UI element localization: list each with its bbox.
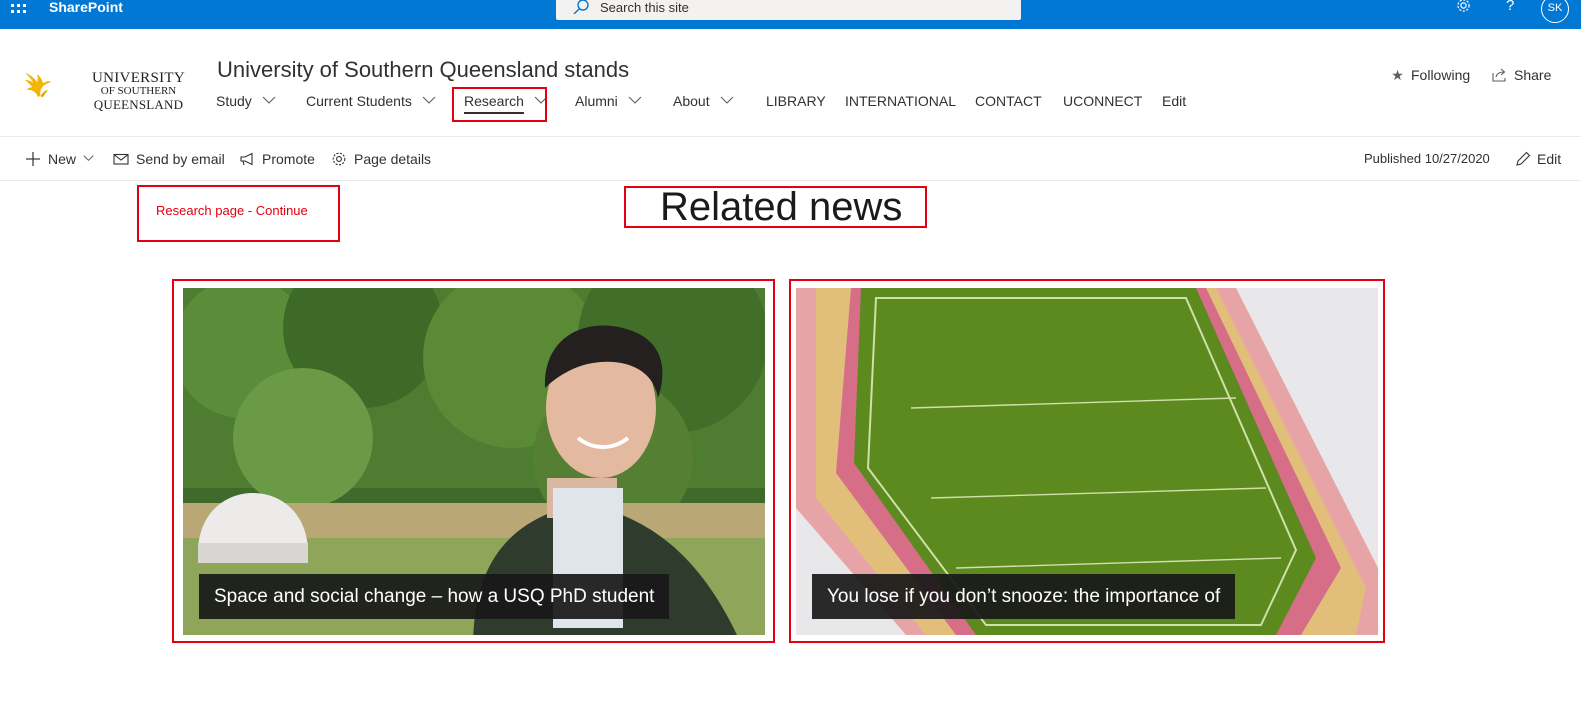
edit-page-button[interactable]: Edit [1515, 150, 1561, 168]
nav-study[interactable]: Study [216, 92, 276, 110]
page-details-button[interactable]: Page details [331, 150, 431, 168]
share-icon [1492, 68, 1506, 82]
search-box[interactable] [556, 0, 1021, 20]
new-button[interactable]: New [25, 150, 94, 168]
chevron-down-icon [422, 96, 436, 104]
nav-contact[interactable]: CONTACT [975, 92, 1042, 110]
related-news-heading: Related news [660, 185, 903, 229]
divider [0, 180, 1581, 181]
research-page-link[interactable]: Research page - Continue [156, 203, 308, 219]
nav-library[interactable]: LIBRARY [766, 92, 826, 110]
chevron-down-icon [720, 96, 733, 104]
avatar[interactable]: SK [1541, 0, 1569, 23]
chevron-down-icon [534, 96, 548, 104]
megaphone-icon [240, 152, 253, 166]
site-title[interactable]: University of Southern Queensland stands [217, 57, 629, 83]
chevron-down-icon [83, 155, 94, 162]
published-status: Published 10/27/2020 [1364, 151, 1490, 166]
gear-icon [332, 152, 346, 166]
plus-icon [26, 152, 40, 166]
university-logo[interactable] [24, 52, 94, 116]
mail-icon [113, 153, 129, 165]
news-card[interactable]: You lose if you don’t snooze: the import… [796, 288, 1378, 635]
nav-uconnect[interactable]: UCONNECT [1063, 92, 1142, 110]
chevron-down-icon [628, 96, 642, 104]
search-input[interactable] [600, 0, 1000, 14]
nav-alumni[interactable]: Alumni [575, 92, 642, 110]
nav-current-students[interactable]: Current Students [306, 92, 436, 110]
send-by-email-button[interactable]: Send by email [113, 150, 225, 168]
promote-button[interactable]: Promote [239, 150, 315, 168]
app-launcher-icon[interactable] [8, 2, 28, 22]
news-caption[interactable]: Space and social change – how a USQ PhD … [199, 574, 670, 619]
pencil-icon [1516, 151, 1531, 166]
share-button[interactable]: Share [1492, 67, 1551, 83]
university-logo-text: UNIVERSITY OF SOUTHERN QUEENSLAND [92, 70, 185, 112]
suite-bar: SharePoint ? SK [0, 0, 1581, 29]
app-name[interactable]: SharePoint [49, 0, 123, 14]
star-icon: ★ [1391, 67, 1404, 83]
divider [0, 136, 1581, 137]
nav-about[interactable]: About [673, 92, 734, 110]
nav-edit[interactable]: Edit [1162, 92, 1186, 110]
chevron-down-icon [262, 96, 276, 104]
search-icon [573, 0, 589, 14]
nav-international[interactable]: INTERNATIONAL [845, 92, 956, 110]
news-caption[interactable]: You lose if you don’t snooze: the import… [812, 574, 1236, 619]
news-card[interactable]: Space and social change – how a USQ PhD … [183, 288, 765, 635]
following-button[interactable]: ★ Following [1390, 67, 1470, 83]
help-icon[interactable]: ? [1506, 0, 1514, 13]
nav-research[interactable]: Research [464, 92, 548, 114]
gear-icon[interactable] [1455, 0, 1472, 14]
